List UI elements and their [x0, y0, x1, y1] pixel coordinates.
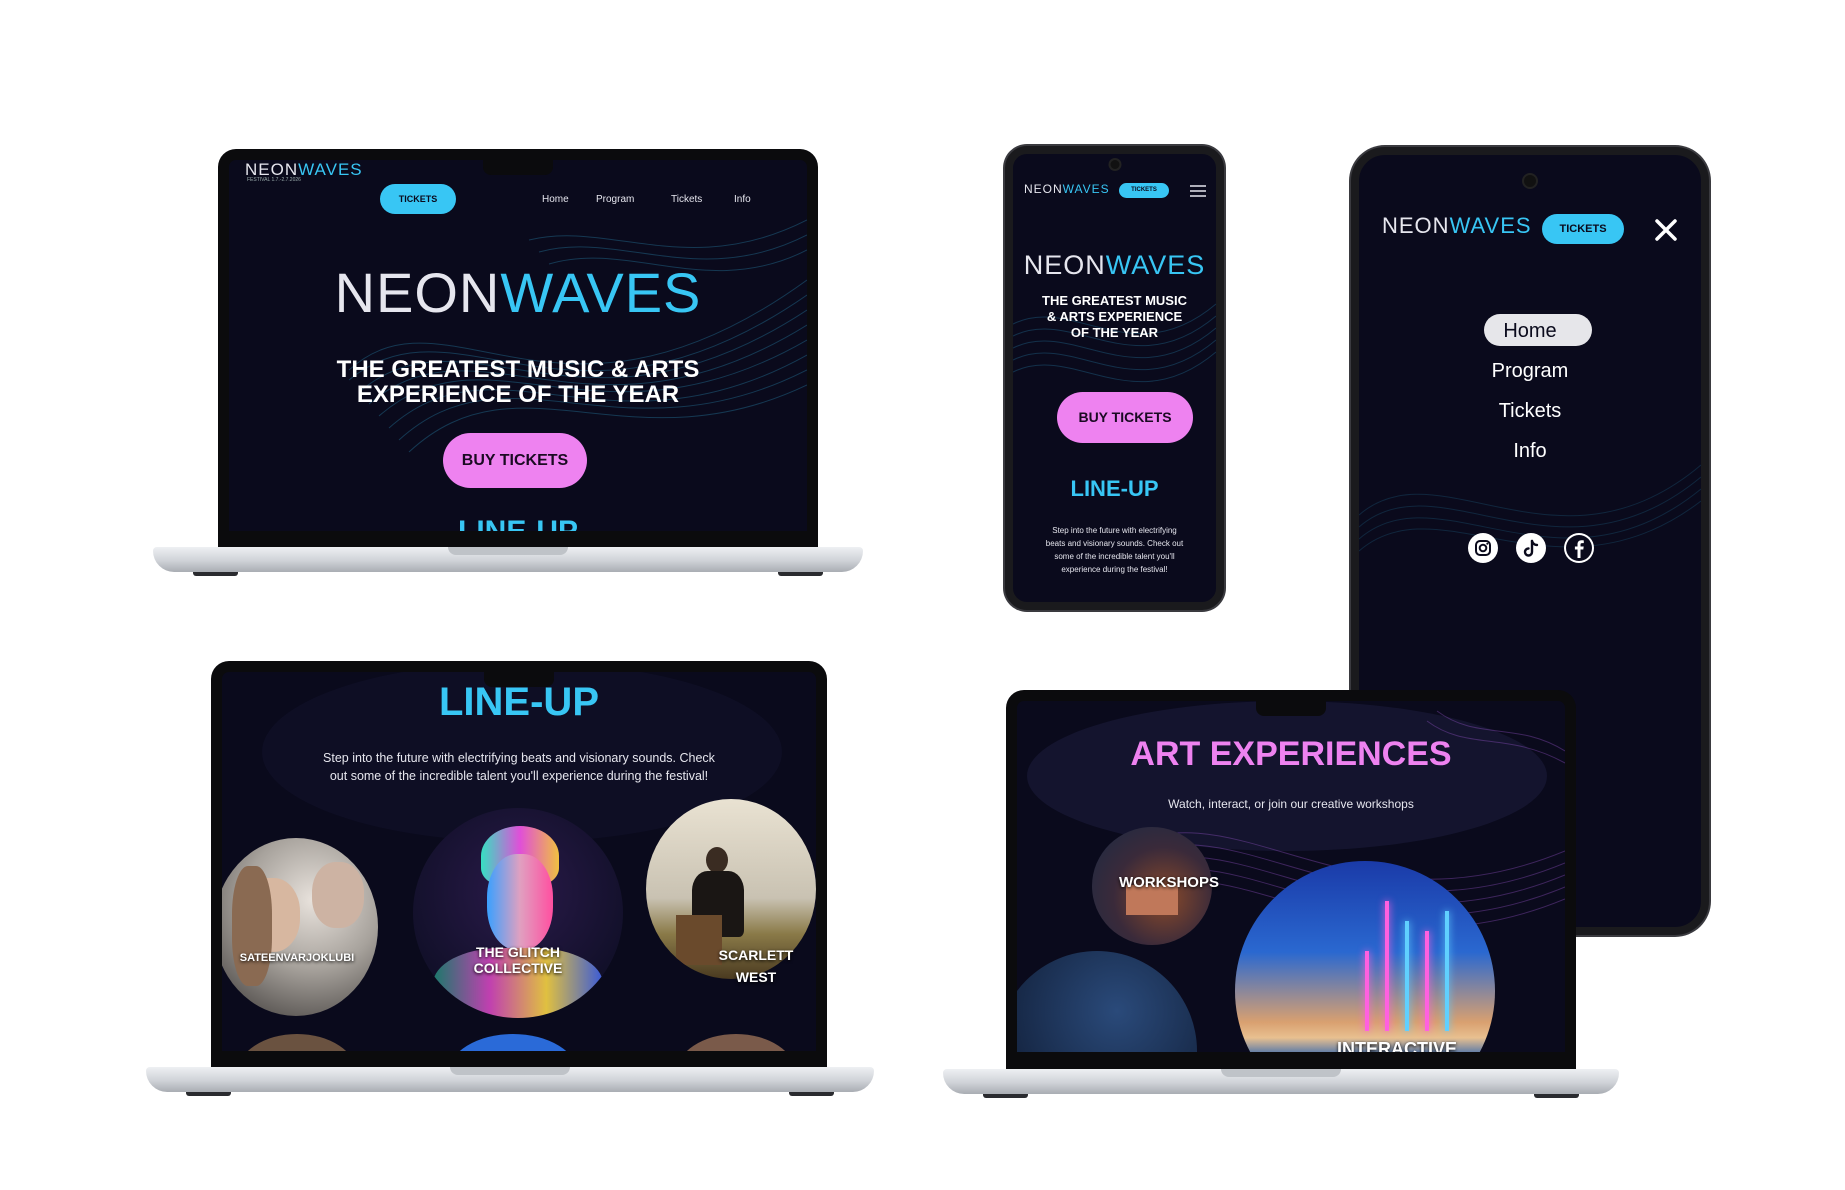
artist-name-line2: COLLECTIVE: [473, 960, 563, 976]
artist-card-sateenvarjoklubi[interactable]: [222, 838, 378, 1016]
lineup-desc-line4: experience during the festival!: [1061, 565, 1168, 574]
laptop-base: [943, 1069, 1619, 1094]
hero-tagline-line1: THE GREATEST MUSIC: [1042, 293, 1187, 308]
artist-card-glitch-collective[interactable]: [413, 808, 623, 1018]
hero-tagline: THE GREATEST MUSIC & ARTS EXPERIENCE OF …: [229, 357, 807, 407]
brand-neon: NEON: [1024, 182, 1063, 196]
hero-tagline-line1: THE GREATEST MUSIC & ARTS: [336, 356, 700, 383]
camera-notch: [483, 160, 553, 175]
tickets-button[interactable]: TICKETS: [380, 184, 456, 214]
menu-item-info[interactable]: Info: [1359, 440, 1701, 463]
hero-title-neon: NEON: [1023, 250, 1106, 280]
hero-tagline-line3: OF THE YEAR: [1070, 325, 1159, 340]
nav-info[interactable]: Info: [734, 194, 751, 205]
neon-light-pole: [1425, 931, 1429, 1031]
menu-item-program[interactable]: Program: [1359, 360, 1701, 383]
artist-photo-head: [706, 847, 728, 873]
hero-title-waves: WAVES: [1105, 250, 1206, 280]
art-title: ART EXPERIENCES: [1130, 735, 1452, 773]
neon-light-pole: [1385, 901, 1389, 1031]
menu-item-tickets[interactable]: Tickets: [1359, 400, 1701, 423]
artist-name-glitch-collective: THE GLITCH COLLECTIVE: [413, 944, 623, 976]
hero-title-neon: NEON: [334, 261, 501, 324]
front-camera: [1524, 175, 1536, 187]
laptop-hero-screen: NEONWAVES FESTIVAL 1.7.-2.7.2026 TICKETS…: [218, 149, 818, 553]
workshops-label: WORKSHOPS: [1118, 874, 1219, 891]
brand-neon: NEON: [1382, 213, 1450, 238]
neon-light-pole: [1445, 911, 1449, 1031]
lineup-description: Step into the future with electrifying b…: [1013, 524, 1216, 576]
laptop-foot: [983, 1094, 1028, 1098]
lineup-desc-line1: Step into the future with electrifying: [1052, 526, 1177, 535]
tickets-button[interactable]: TICKETS: [1119, 183, 1169, 198]
laptop-base: [153, 547, 863, 572]
brand-waves: WAVES: [298, 160, 363, 179]
laptop-foot: [778, 572, 823, 576]
hero-title: NEONWAVES: [1013, 250, 1216, 281]
laptop-foot: [193, 572, 238, 576]
brand-waves: WAVES: [1449, 213, 1532, 238]
artist-name-line1: THE GLITCH: [476, 944, 560, 960]
artist-name-scarlett-west: SCARLETT WEST: [696, 944, 816, 988]
neon-light-pole: [1405, 921, 1409, 1031]
laptop-lineup-screen: LINE-UP Step into the future with electr…: [211, 661, 827, 1073]
tiktok-icon[interactable]: [1516, 533, 1546, 563]
lineup-desc-line3: some of the incredible talent you'll: [1054, 552, 1175, 561]
art-subtitle: Watch, interact, or join our creative wo…: [1168, 797, 1414, 811]
hero-title-waves: WAVES: [500, 261, 702, 324]
festival-dates: FESTIVAL 1.7.-2.7.2026: [247, 177, 301, 183]
hamburger-icon[interactable]: [1190, 185, 1206, 197]
lineup-desc-line1: Step into the future with electrifying b…: [323, 751, 715, 765]
artist-photo-face: [312, 862, 364, 928]
artist-name-line1: SCARLETT: [718, 947, 794, 963]
brand-logo[interactable]: NEONWAVES: [1024, 182, 1110, 196]
nav-tickets[interactable]: Tickets: [671, 194, 702, 205]
nav-home[interactable]: Home: [542, 194, 569, 205]
buy-tickets-button[interactable]: BUY TICKETS: [1057, 392, 1193, 443]
artist-photo-hair: [232, 866, 272, 986]
artist-name-sateenvarjoklubi: SATEENVARJOKLUBI: [239, 952, 355, 964]
lineup-desc-line2: out some of the incredible talent you'll…: [329, 769, 709, 783]
artist-name-line2: WEST: [735, 969, 777, 985]
hero-tagline-line2: & ARTS EXPERIENCE: [1046, 309, 1183, 324]
hero-title: NEONWAVES: [229, 260, 807, 325]
front-camera: [1110, 160, 1119, 169]
laptop-art-screen: ART EXPERIENCES Watch, interact, or join…: [1006, 690, 1576, 1074]
hero-tagline: THE GREATEST MUSIC & ARTS EXPERIENCE OF …: [1013, 293, 1216, 341]
laptop-foot: [789, 1092, 834, 1096]
tickets-button[interactable]: TICKETS: [1542, 214, 1624, 244]
phone-hero: NEONWAVES TICKETS NEONWAVES THE GREATEST…: [1005, 146, 1224, 610]
camera-notch: [484, 672, 554, 687]
lineup-description: Step into the future with electrifying b…: [222, 749, 816, 785]
brand-waves: WAVES: [1062, 182, 1110, 196]
lineup-desc-line2: beats and visionary sounds. Check out: [1045, 539, 1184, 548]
instagram-icon[interactable]: [1468, 533, 1498, 563]
lineup-title: LINE-UP: [1070, 476, 1159, 501]
laptop-foot: [1534, 1094, 1579, 1098]
artist-photo-face: [487, 854, 553, 950]
nav-program[interactable]: Program: [596, 194, 634, 205]
facebook-icon[interactable]: [1564, 533, 1594, 563]
wave-lines: [1359, 464, 1701, 552]
laptop-base: [146, 1067, 874, 1092]
camera-notch: [1256, 701, 1326, 716]
interactive-label: INTERACTIVE: [1336, 1039, 1457, 1059]
brand-logo[interactable]: NEONWAVES: [1382, 213, 1532, 239]
neon-light-pole: [1365, 951, 1369, 1031]
hero-tagline-line2: EXPERIENCE OF THE YEAR: [356, 381, 680, 408]
laptop-foot: [186, 1092, 231, 1096]
lineup-peek: LINE-UP: [458, 515, 578, 548]
buy-tickets-button[interactable]: BUY TICKETS: [443, 433, 587, 488]
close-icon[interactable]: [1654, 218, 1678, 242]
menu-item-home[interactable]: Home: [1359, 320, 1701, 343]
